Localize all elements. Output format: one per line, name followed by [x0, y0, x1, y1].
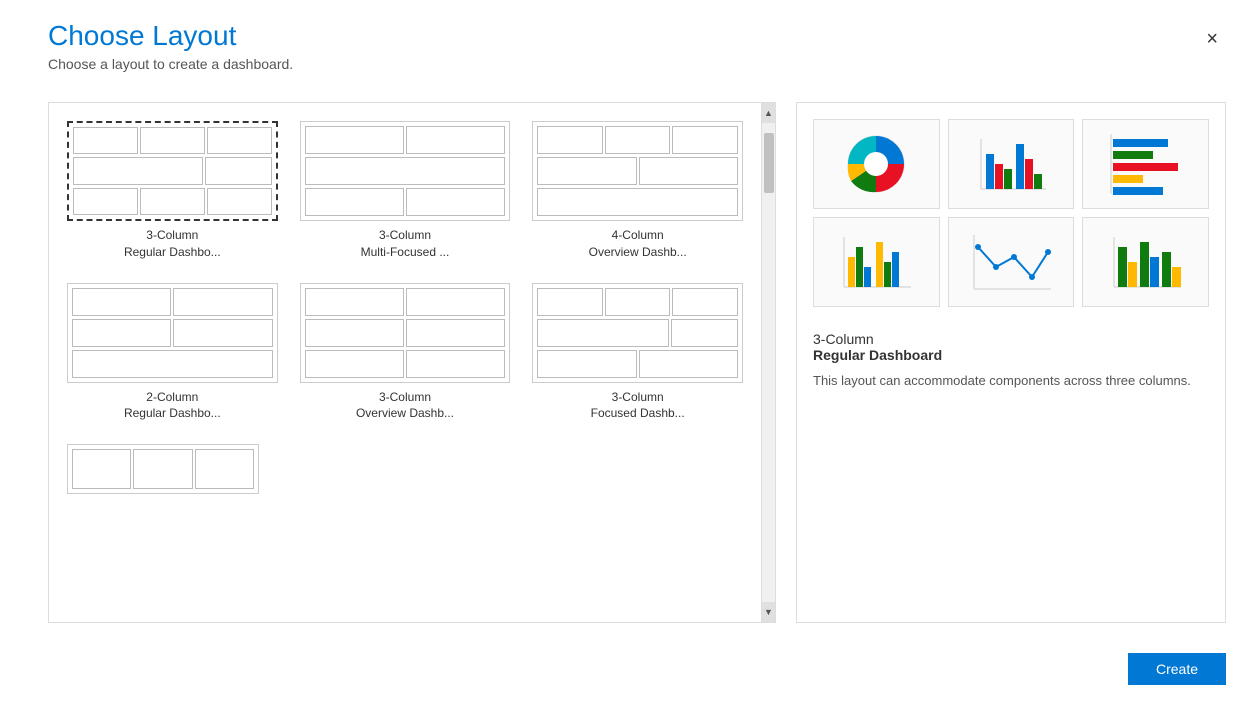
mini-cell	[207, 188, 272, 215]
dialog-header: Choose Layout Choose a layout to create …	[0, 0, 1254, 82]
mini-cell	[205, 157, 271, 184]
layout-item-4col-overview[interactable]: 4-ColumnOverview Dashb...	[528, 117, 747, 265]
choose-layout-dialog: Choose Layout Choose a layout to create …	[0, 0, 1254, 701]
mini-cell	[537, 157, 636, 185]
chart-thumb-pie	[813, 119, 940, 209]
scroll-down-button[interactable]: ▼	[762, 602, 775, 622]
layout-item-label-3col-multifocused: 3-ColumnMulti-Focused ...	[361, 227, 450, 261]
mini-cell	[537, 288, 603, 316]
layout-grid: 3-ColumnRegular Dashbo...	[63, 117, 747, 426]
layout-preview-2col-regular	[67, 283, 278, 383]
mini-cell	[671, 319, 738, 347]
layout-list-container: 3-ColumnRegular Dashbo...	[48, 102, 776, 623]
mini-cell	[537, 126, 603, 154]
mini-cell	[605, 126, 671, 154]
mini-cell	[133, 449, 192, 489]
mini-cell	[140, 188, 205, 215]
mini-cell	[305, 288, 404, 316]
layout-item-3col-multifocused[interactable]: 3-ColumnMulti-Focused ...	[296, 117, 515, 265]
create-button[interactable]: Create	[1128, 653, 1226, 685]
mini-cell	[305, 319, 404, 347]
header-text: Choose Layout Choose a layout to create …	[48, 20, 293, 72]
scroll-track	[762, 123, 775, 602]
scroll-thumb	[764, 133, 774, 193]
mini-cell	[140, 127, 205, 154]
mini-cell	[305, 157, 506, 185]
mini-cell	[305, 188, 404, 216]
layout-preview-partial	[67, 444, 259, 494]
mini-cell	[73, 127, 138, 154]
chart-thumb-line	[948, 217, 1075, 307]
layout-preview-3col-regular	[67, 121, 278, 221]
mini-cell	[639, 157, 738, 185]
mini-cell	[406, 288, 505, 316]
chart-thumb-multibar	[1082, 217, 1209, 307]
mini-cell	[73, 157, 203, 184]
layout-item-label-4col-overview: 4-ColumnOverview Dashb...	[589, 227, 687, 261]
mini-cell	[672, 126, 738, 154]
layout-preview-4col-overview	[532, 121, 743, 221]
mini-cell	[639, 350, 738, 378]
layout-desc-text: This layout can accommodate components a…	[813, 371, 1209, 391]
layout-item-label-2col-regular: 2-ColumnRegular Dashbo...	[124, 389, 221, 423]
layout-preview-3col-focused	[532, 283, 743, 383]
mini-cell	[406, 188, 505, 216]
layout-item-3col-overview[interactable]: 3-ColumnOverview Dashb...	[296, 279, 515, 427]
layout-preview-3col-multifocused	[300, 121, 511, 221]
layout-item-partial[interactable]	[63, 440, 263, 498]
mini-cell	[73, 188, 138, 215]
layout-item-2col-regular[interactable]: 2-ColumnRegular Dashbo...	[63, 279, 282, 427]
mini-cell	[406, 350, 505, 378]
layout-item-3col-focused[interactable]: 3-ColumnFocused Dashb...	[528, 279, 747, 427]
close-button[interactable]: ×	[1198, 24, 1226, 55]
right-panel: 3-Column Regular Dashboard This layout c…	[796, 102, 1226, 623]
mini-cell	[173, 319, 272, 347]
mini-cell	[406, 319, 505, 347]
mini-cell	[605, 288, 671, 316]
mini-cell	[72, 288, 171, 316]
mini-cell	[537, 350, 636, 378]
layout-item-label-3col-regular: 3-ColumnRegular Dashbo...	[124, 227, 221, 261]
layout-item-label-3col-overview: 3-ColumnOverview Dashb...	[356, 389, 454, 423]
layout-list-scroll: 3-ColumnRegular Dashbo...	[49, 103, 775, 512]
dialog-subtitle: Choose a layout to create a dashboard.	[48, 56, 293, 72]
layout-preview-3col-overview	[300, 283, 511, 383]
layout-desc-title: 3-Column	[813, 331, 1209, 347]
dialog-body: 3-ColumnRegular Dashbo...	[0, 82, 1254, 643]
mini-cell	[537, 319, 669, 347]
mini-cell	[72, 350, 273, 378]
mini-cell	[305, 126, 404, 154]
mini-cell	[406, 126, 505, 154]
scrollbar[interactable]: ▲ ▼	[761, 103, 775, 622]
chart-thumb-hbar	[1082, 119, 1209, 209]
dialog-footer: Create	[0, 643, 1254, 701]
layout-description: 3-Column Regular Dashboard This layout c…	[813, 331, 1209, 391]
chart-thumb-bar	[948, 119, 1075, 209]
layout-partial-row	[63, 440, 747, 498]
layout-item-3col-regular[interactable]: 3-ColumnRegular Dashbo...	[63, 117, 282, 265]
mini-cell	[207, 127, 272, 154]
layout-item-label-3col-focused: 3-ColumnFocused Dashb...	[591, 389, 685, 423]
scroll-up-button[interactable]: ▲	[762, 103, 775, 123]
layout-desc-subtitle: Regular Dashboard	[813, 347, 1209, 363]
chart-thumb-clustered	[813, 217, 940, 307]
mini-cell	[72, 449, 131, 489]
dialog-title: Choose Layout	[48, 20, 293, 52]
mini-cell	[537, 188, 738, 216]
mini-cell	[72, 319, 171, 347]
mini-cell	[195, 449, 254, 489]
mini-cell	[305, 350, 404, 378]
mini-cell	[672, 288, 738, 316]
chart-preview-grid	[813, 119, 1209, 307]
mini-cell	[173, 288, 272, 316]
